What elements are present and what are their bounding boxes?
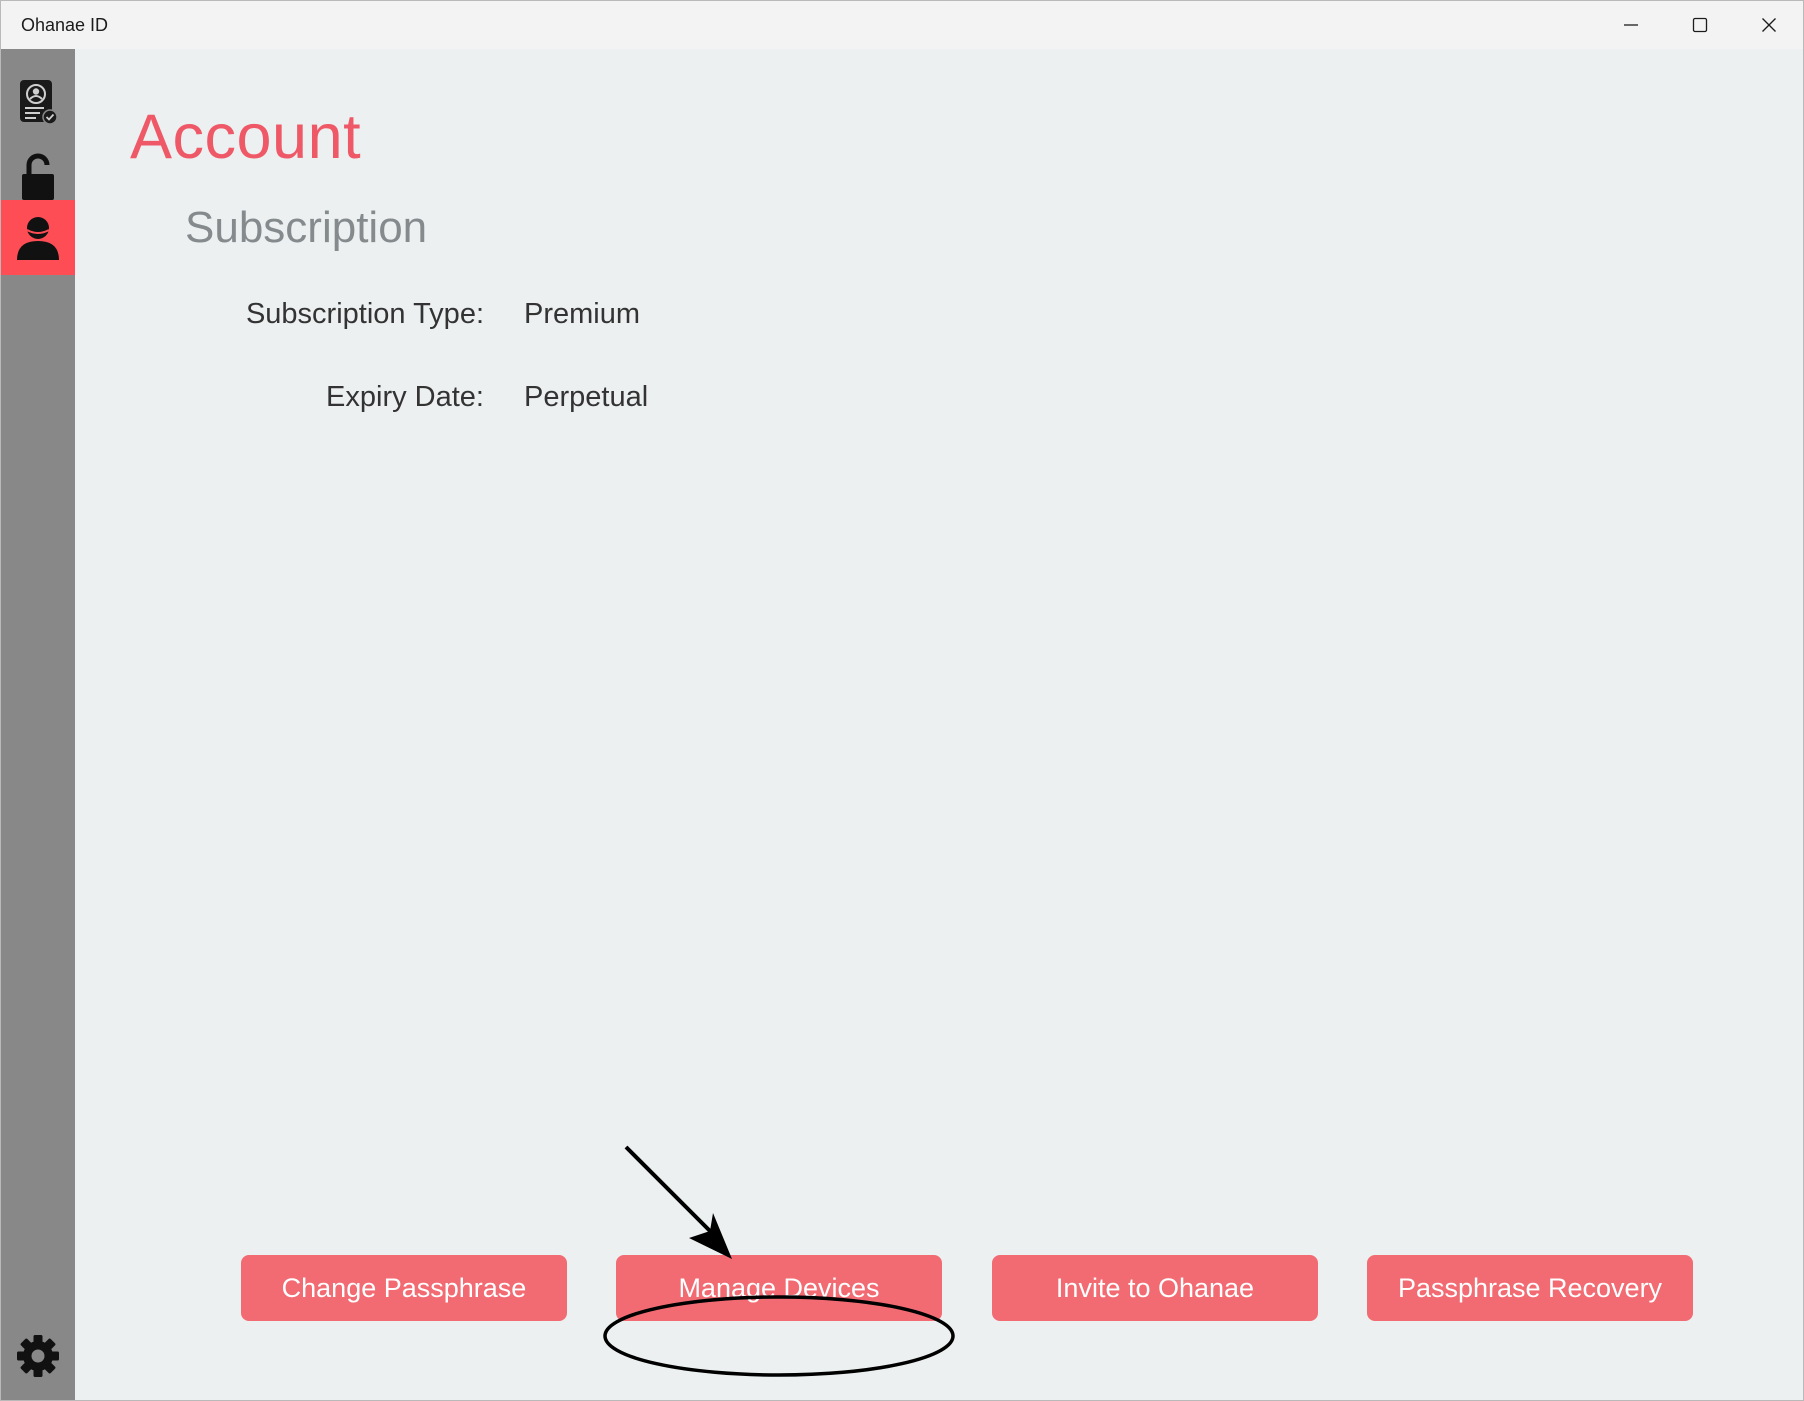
subscription-type-label: Subscription Type: <box>245 298 484 330</box>
window-title: Ohanae ID <box>21 14 109 35</box>
change-passphrase-button[interactable]: Change Passphrase <box>241 1255 567 1321</box>
manage-devices-button[interactable]: Manage Devices <box>616 1255 942 1321</box>
unlock-icon <box>22 153 54 200</box>
app-window: Ohanae ID Account Subscription Subscript… <box>0 0 1804 1401</box>
gear-icon <box>17 1335 59 1377</box>
id-card-icon <box>20 79 58 125</box>
close-button[interactable] <box>1734 1 1803 49</box>
user-icon <box>17 216 59 260</box>
section-title: Subscription <box>185 203 428 252</box>
passphrase-recovery-button[interactable]: Passphrase Recovery <box>1367 1255 1693 1321</box>
settings-button[interactable] <box>1 1326 75 1386</box>
window-controls <box>1596 1 1803 49</box>
title-bar: Ohanae ID <box>1 1 1803 49</box>
subscription-type-value: Premium <box>524 298 641 330</box>
main-content: Account Subscription Subscription Type: … <box>75 49 1803 1400</box>
expiry-date-label: Expiry Date: <box>326 381 484 413</box>
maximize-button[interactable] <box>1665 1 1734 49</box>
expiry-date-value: Perpetual <box>524 381 649 413</box>
minimize-button[interactable] <box>1596 1 1665 49</box>
close-icon <box>1761 18 1776 32</box>
minimize-icon <box>1623 24 1638 26</box>
page-title: Account <box>130 102 362 172</box>
sidebar-item-id[interactable] <box>1 64 75 139</box>
maximize-icon <box>1692 17 1707 33</box>
invite-button[interactable]: Invite to Ohanae <box>992 1255 1318 1321</box>
sidebar <box>1 49 75 1400</box>
sidebar-item-account[interactable] <box>1 200 75 275</box>
